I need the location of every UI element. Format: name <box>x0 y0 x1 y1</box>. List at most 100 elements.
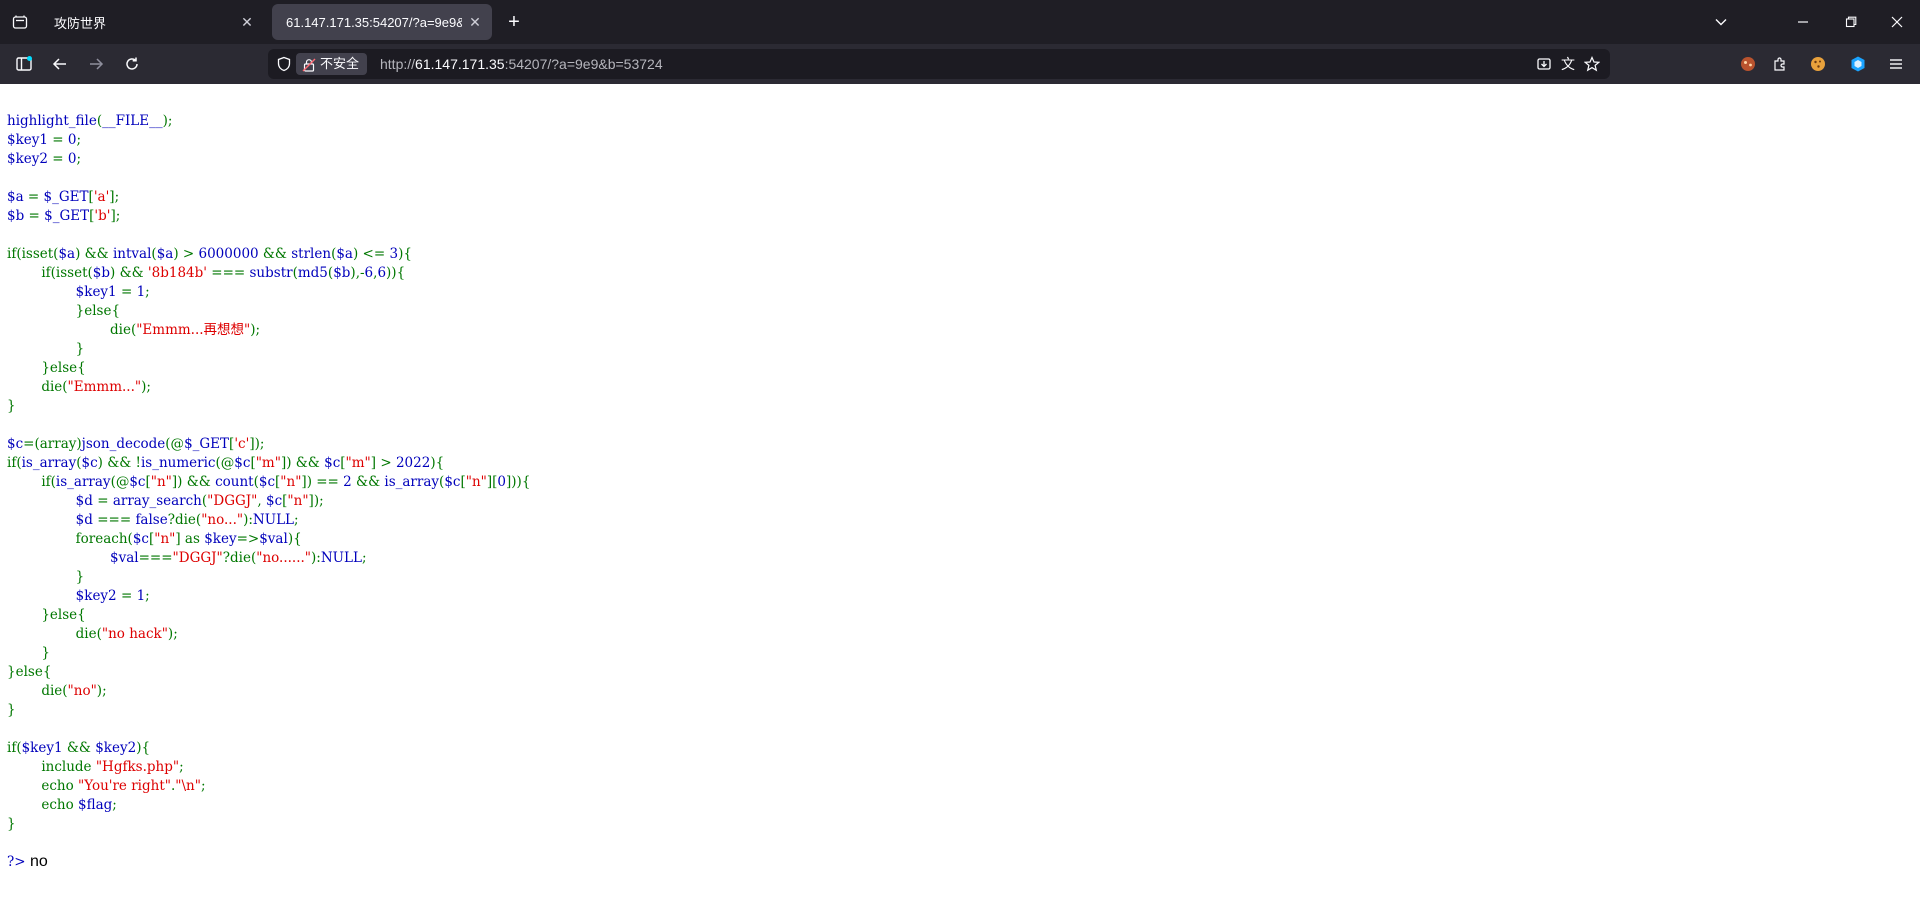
code-token: (@ <box>110 474 130 490</box>
new-tab-icon[interactable]: + <box>502 10 526 34</box>
code-token: (@ <box>215 455 235 471</box>
translate-icon[interactable]: 文 <box>1558 54 1578 74</box>
code-token: "no......" <box>256 550 311 566</box>
code-token: "n" <box>150 474 172 490</box>
code-token: count <box>215 474 254 490</box>
list-all-tabs-icon[interactable] <box>1698 0 1744 44</box>
code-token: "DGGJ" <box>207 493 258 509</box>
code-line: $val==="DGGJ"?die("no......"):NULL; <box>7 549 530 568</box>
code-token: json_decode <box>81 436 166 452</box>
code-token: ]) && <box>280 455 325 471</box>
close-icon[interactable]: ✕ <box>466 13 484 31</box>
code-token: $key2 <box>7 151 48 167</box>
back-icon[interactable] <box>48 52 72 76</box>
code-token: $key2 <box>75 588 117 604</box>
extension-cookie-icon[interactable] <box>1806 52 1830 76</box>
extension-icon[interactable] <box>1736 52 1760 76</box>
menu-icon[interactable] <box>1884 52 1908 76</box>
code-line: foreach($c["n"] as $key=>$val){ <box>7 530 530 549</box>
download-page-icon[interactable] <box>1534 54 1554 74</box>
code-token: $a <box>336 246 353 262</box>
page-output: ?> no <box>7 852 48 872</box>
code-token: "m" <box>345 455 371 471</box>
code-token: strlen <box>291 246 332 262</box>
tab-list-icon[interactable] <box>8 10 32 34</box>
window-close-icon[interactable] <box>1874 0 1920 44</box>
code-token: ){ <box>430 455 445 471</box>
code-token: $val <box>110 550 139 566</box>
restore-icon[interactable] <box>1828 0 1874 44</box>
code-token: "Emmm...再想想" <box>136 322 251 338</box>
url-text[interactable]: http://61.147.171.35:54207/?a=9e9&b=5372… <box>380 49 663 79</box>
shield-icon[interactable] <box>276 56 292 77</box>
tab-challenge-active[interactable]: 61.147.171.35:54207/?a=9e9&b= ✕ <box>272 4 492 40</box>
code-token: 2022 <box>395 455 431 471</box>
code-token: ; <box>112 797 117 813</box>
code-token: 2 <box>343 474 352 490</box>
code-token: substr <box>249 265 293 281</box>
sidebar-icon[interactable] <box>12 52 36 76</box>
code-token: } <box>7 816 16 832</box>
bookmark-star-icon[interactable] <box>1582 54 1602 74</box>
security-indicator[interactable]: 不安全 <box>296 53 368 75</box>
code-token: = <box>23 189 44 205</box>
security-label: 不安全 <box>320 56 360 71</box>
code-token: 3 <box>389 246 399 262</box>
code-line: die("no hack"); <box>7 625 530 644</box>
code-token: } <box>7 341 85 357</box>
code-token: ; <box>200 778 206 794</box>
code-line: if(is_array($c) && !is_numeric(@$c["m"])… <box>7 454 530 473</box>
code-line: $d = array_search("DGGJ", $c["n"]); <box>7 492 530 511</box>
code-token: $b <box>92 265 111 281</box>
code-token: "no hack" <box>101 626 168 642</box>
close-icon[interactable]: ✕ <box>238 13 256 31</box>
code-token: ; <box>361 550 367 566</box>
code-token: echo <box>7 778 78 794</box>
code-line: echo "You're right"."\n"; <box>7 777 530 796</box>
extension-cube-icon[interactable] <box>1846 52 1870 76</box>
code-token: ; <box>145 284 150 300</box>
address-bar[interactable]: 不安全 http://61.147.171.35:54207/?a=9e9&b=… <box>268 49 1610 79</box>
code-token: (@ <box>165 436 185 452</box>
code-token: } <box>7 398 16 414</box>
code-line: $key1 = 0; <box>7 131 530 150</box>
navigation-toolbar: 不安全 http://61.147.171.35:54207/?a=9e9&b=… <box>0 44 1920 84</box>
code-token: "n" <box>280 474 302 490</box>
code-token: false <box>135 512 168 528</box>
code-token: foreach( <box>7 531 133 547</box>
code-token: $a <box>156 246 174 262</box>
code-token: )){ <box>386 265 406 281</box>
code-line: $d === false?die("no..."):NULL; <box>7 511 530 530</box>
code-token: if(isset( <box>7 246 59 262</box>
php-closing-tag: ?> <box>7 854 26 870</box>
code-token: if( <box>7 455 22 471</box>
code-token: ?die( <box>167 512 202 528</box>
code-token: ]; <box>110 208 121 224</box>
code-line: $key2 = 0; <box>7 150 530 169</box>
code-line: if($key1 && $key2){ <box>7 739 530 758</box>
forward-icon[interactable] <box>84 52 108 76</box>
minimize-icon[interactable] <box>1780 0 1826 44</box>
code-token: "Emmm..." <box>67 379 142 395</box>
code-token: $key <box>204 531 237 547</box>
code-token: array_search <box>112 493 202 509</box>
code-token: $c <box>258 474 276 490</box>
reload-icon[interactable] <box>120 52 144 76</box>
code-token: ){ <box>136 740 151 756</box>
code-token: ] as <box>175 531 205 547</box>
code-token: $a <box>58 246 76 262</box>
extensions-puzzle-icon[interactable] <box>1768 52 1792 76</box>
code-token: $c <box>265 493 283 509</box>
code-line: }else{ <box>7 663 530 682</box>
code-token: NULL <box>320 550 362 566</box>
code-token: $key1 <box>7 132 48 148</box>
tab-gongfang[interactable]: 攻防世界 ✕ <box>40 4 264 40</box>
code-token: include <box>7 759 96 775</box>
code-token: 1 <box>136 588 146 604</box>
code-line: $a = $_GET['a']; <box>7 188 530 207</box>
code-token: NULL <box>252 512 295 528</box>
code-token: $c <box>444 474 461 490</box>
